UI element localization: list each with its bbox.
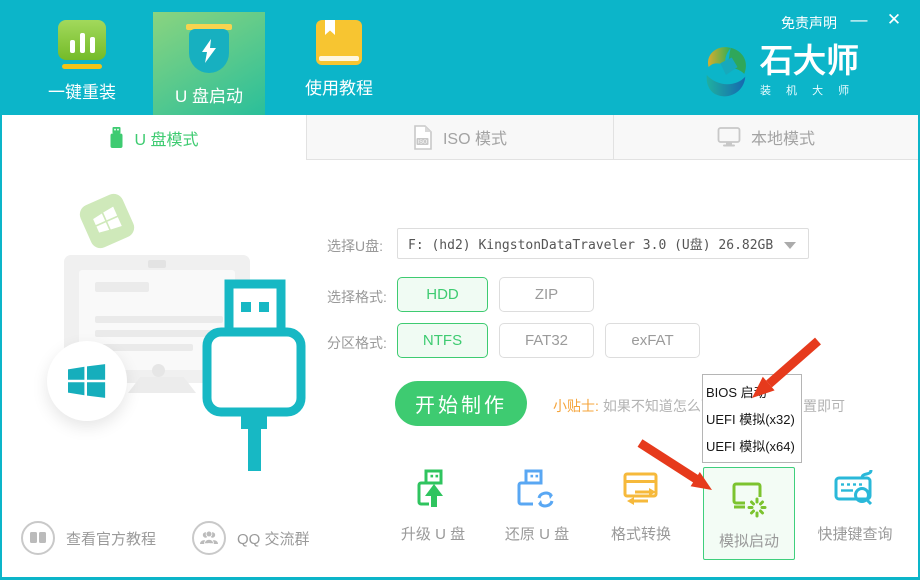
minimize-button[interactable]: — bbox=[846, 8, 872, 32]
tab-usb-mode[interactable]: U 盘模式 bbox=[2, 115, 306, 160]
menu-item-uefi-x32[interactable]: UEFI 模拟(x32) bbox=[703, 409, 801, 428]
brand-name: 石大师 bbox=[760, 44, 859, 77]
usb-select-label: 选择U盘: bbox=[327, 236, 383, 256]
windows-logo-badge bbox=[47, 341, 127, 421]
nav-item-label: U 盘启动 bbox=[175, 82, 243, 107]
partition-option-ntfs[interactable]: NTFS bbox=[397, 323, 488, 358]
menu-item-bios[interactable]: BIOS 启动 bbox=[703, 382, 801, 401]
tool-upgrade-usb[interactable]: 升级 U 盘 bbox=[383, 468, 483, 544]
tool-hotkey-query[interactable]: 快捷键查询 bbox=[799, 468, 911, 544]
close-button[interactable]: ✕ bbox=[881, 8, 907, 32]
qq-group-link[interactable]: QQ 交流群 bbox=[192, 521, 310, 555]
start-make-button[interactable]: 开始制作 bbox=[395, 381, 527, 426]
usb-drive-value: F: (hd2) KingstonDataTraveler 3.0 (U盘) 2… bbox=[408, 234, 773, 253]
format-label: 选择格式: bbox=[327, 287, 387, 307]
format-option-hdd[interactable]: HDD bbox=[397, 277, 488, 312]
partition-label: 分区格式: bbox=[327, 333, 387, 353]
partition-option-fat32[interactable]: FAT32 bbox=[499, 323, 594, 358]
usb-drive-select[interactable]: F: (hd2) KingstonDataTraveler 3.0 (U盘) 2… bbox=[397, 228, 809, 259]
svg-text:ISO: ISO bbox=[418, 139, 428, 145]
iso-file-icon: ISO bbox=[413, 125, 433, 150]
keyboard-search-icon bbox=[832, 468, 878, 514]
tool-restore-usb[interactable]: 还原 U 盘 bbox=[487, 468, 587, 544]
book-icon bbox=[21, 521, 55, 555]
partition-option-exfat[interactable]: exFAT bbox=[605, 323, 700, 358]
nav-item-label: 使用教程 bbox=[305, 74, 373, 99]
usb-upgrade-icon bbox=[410, 468, 456, 514]
tool-format-convert[interactable]: 格式转换 bbox=[591, 468, 691, 544]
tab-iso-mode[interactable]: ISO ISO 模式 bbox=[306, 115, 613, 160]
tip-text: 小贴士:如果不知道怎么配 bbox=[553, 396, 715, 416]
brand-logo: 石大师 装 机 大 师 bbox=[701, 44, 859, 98]
tutorial-book-icon bbox=[316, 20, 362, 65]
brand-subtitle: 装 机 大 师 bbox=[760, 82, 859, 98]
tab-label: ISO 模式 bbox=[443, 125, 507, 149]
usb-plug-illustration bbox=[196, 276, 306, 471]
simulate-boot-icon bbox=[726, 476, 772, 522]
one-key-reinstall-icon bbox=[58, 20, 106, 69]
menu-item-uefi-x64[interactable]: UEFI 模拟(x64) bbox=[703, 436, 801, 455]
usb-restore-icon bbox=[514, 468, 560, 514]
tab-label: U 盘模式 bbox=[134, 126, 198, 150]
people-group-icon bbox=[192, 521, 226, 555]
nav-item-reinstall[interactable]: 一键重装 bbox=[26, 20, 138, 103]
app-window: 一键重装 U 盘启动 使用教程 免责声明 — ✕ 石大师 装 机 bbox=[0, 0, 920, 580]
chevron-down-icon bbox=[784, 242, 796, 249]
tool-simulate-boot[interactable]: 模拟启动 bbox=[703, 467, 795, 560]
tab-label: 本地模式 bbox=[751, 125, 815, 149]
tab-local-mode[interactable]: 本地模式 bbox=[613, 115, 918, 160]
monitor-neck-decoration bbox=[152, 364, 165, 377]
brand-swirl-icon bbox=[701, 44, 751, 98]
nav-item-usb-boot[interactable]: U 盘启动 bbox=[153, 12, 265, 115]
disclaimer-link[interactable]: 免责声明 bbox=[781, 13, 837, 33]
nav-item-label: 一键重装 bbox=[48, 78, 116, 103]
tip-label: 小贴士: bbox=[553, 398, 599, 414]
format-option-zip[interactable]: ZIP bbox=[499, 277, 594, 312]
format-convert-icon bbox=[618, 468, 664, 514]
usb-drive-icon bbox=[109, 127, 124, 149]
nav-item-tutorial[interactable]: 使用教程 bbox=[283, 20, 395, 99]
local-monitor-icon bbox=[717, 126, 741, 148]
tip-text-tail: 置即可 bbox=[803, 396, 845, 416]
boot-mode-menu: BIOS 启动 UEFI 模拟(x32) UEFI 模拟(x64) bbox=[702, 374, 802, 463]
official-tutorial-link[interactable]: 查看官方教程 bbox=[21, 521, 156, 555]
usb-boot-shield-icon bbox=[186, 24, 232, 73]
